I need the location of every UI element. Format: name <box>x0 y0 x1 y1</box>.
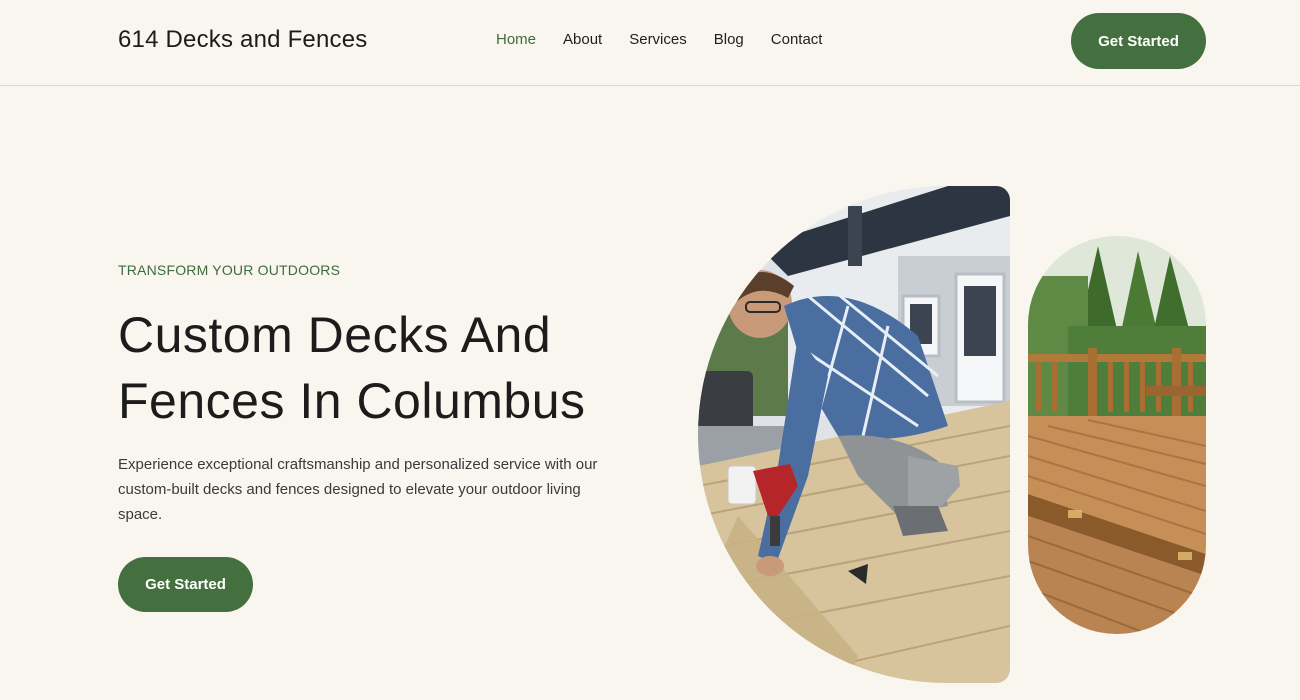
hero-eyebrow: TRANSFORM YOUR OUTDOORS <box>118 262 341 278</box>
nav-link-home[interactable]: Home <box>496 31 536 48</box>
main-nav: Home About Services Blog Contact <box>496 31 822 48</box>
hero-headline: Custom Decks And Fences In Columbus <box>118 307 586 429</box>
header-get-started-button[interactable]: Get Started <box>1071 13 1206 69</box>
hero-description: Experience exceptional craftsmanship and… <box>118 456 598 523</box>
site-header: 614 Decks and Fences Home About Services… <box>0 0 1300 86</box>
deck-builder-photo <box>698 186 1010 683</box>
hero-get-started-button[interactable]: Get Started <box>118 557 253 612</box>
finished-deck-illustration <box>1028 236 1206 634</box>
deck-builder-illustration <box>698 186 1010 683</box>
finished-deck-photo <box>1028 236 1206 634</box>
nav-link-contact[interactable]: Contact <box>771 31 823 48</box>
nav-link-about[interactable]: About <box>563 31 602 48</box>
nav-link-blog[interactable]: Blog <box>714 31 744 48</box>
nav-link-services[interactable]: Services <box>629 31 687 48</box>
brand-logo-text[interactable]: 614 Decks and Fences <box>118 26 367 54</box>
